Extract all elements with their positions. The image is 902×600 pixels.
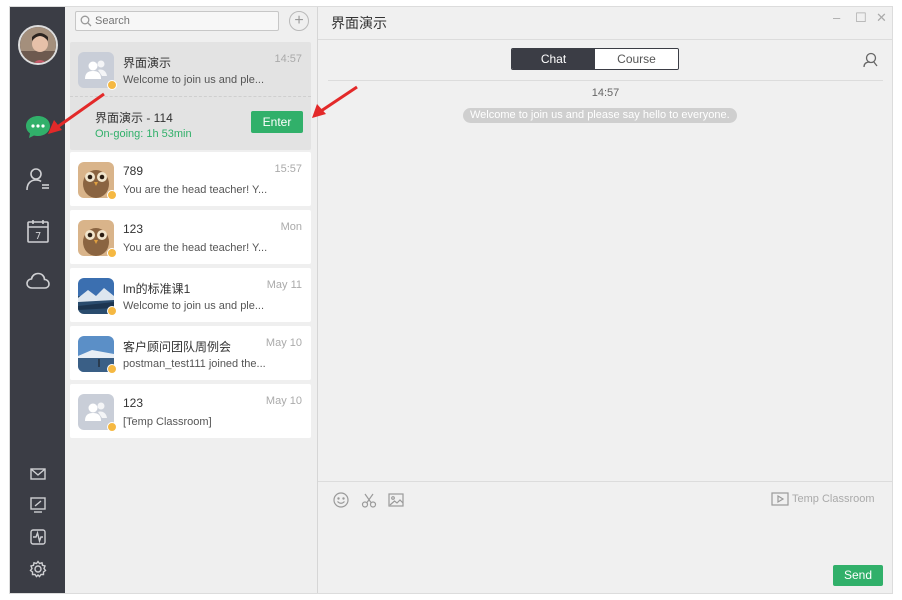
conversation-name: 界面演示 (123, 56, 172, 70)
add-button[interactable]: + (289, 11, 309, 31)
scissors-icon[interactable] (360, 491, 378, 509)
conversation-name: 123 (123, 222, 144, 236)
conversation-time: May 10 (265, 395, 302, 407)
svg-text:7: 7 (35, 231, 41, 242)
conversation-preview: You are the head teacher! Y... (123, 184, 268, 196)
temp-classroom-button[interactable]: Temp Classroom (771, 491, 875, 507)
conversation-preview: You are the head teacher! Y... (123, 242, 268, 254)
chat-pane: 界面演示 – ☐ ✕ Chat Course 14:57 Welcome to … (318, 7, 892, 593)
status-badge (107, 306, 117, 316)
conversation-time: Mon (280, 221, 302, 233)
contacts-icon[interactable] (22, 163, 54, 195)
conversation-name: lm的标准课1 (123, 282, 191, 296)
search-icon (80, 15, 92, 27)
conversation-preview: [Temp Classroom] (123, 416, 212, 428)
search-box[interactable] (75, 11, 279, 31)
conversation-item[interactable]: 客户顾问团队周例会 May 10 postman_test111 joined … (70, 326, 311, 380)
status-badge (107, 248, 117, 258)
conversation-item[interactable]: 789 15:57 You are the head teacher! Y... (70, 152, 311, 206)
member-search-icon[interactable] (861, 51, 879, 69)
chat-title: 界面演示 (331, 15, 387, 31)
tab-chat[interactable]: Chat (512, 49, 595, 69)
avatar-image (20, 27, 56, 63)
conversation-name: 客户顾问团队周例会 (123, 340, 232, 354)
conversation-preview: postman_test111 joined the... (123, 358, 266, 370)
message-timestamp: 14:57 (591, 87, 620, 99)
conversation-list-pane: + 界面演示 14:57 Welcome to join us and ple.… (65, 7, 318, 593)
close-button[interactable]: ✕ (876, 10, 887, 26)
status-badge (107, 422, 117, 432)
tab-course[interactable]: Course (595, 49, 678, 69)
status-badge (107, 190, 117, 200)
conversation-time: 14:57 (274, 53, 302, 65)
mail-icon[interactable] (22, 458, 54, 490)
app-window: 7 Search + 界面演示 14:57 Welcome to join us… (9, 6, 893, 594)
conversation-name: 789 (123, 164, 144, 178)
search-input[interactable] (95, 15, 265, 27)
calendar-icon[interactable]: 7 (22, 215, 54, 247)
chat-course-toggle: Chat Course (511, 48, 679, 70)
divider (318, 481, 892, 482)
conversation-preview: Welcome to join us and ple... (123, 300, 265, 312)
conversation-item[interactable]: 123 May 10 [Temp Classroom] (70, 384, 311, 438)
emoji-icon[interactable] (332, 491, 350, 509)
conversation-time: May 10 (265, 337, 302, 349)
send-button[interactable]: Send (833, 565, 883, 586)
conversation-preview: Welcome to join us and ple... (123, 74, 265, 86)
cloud-icon[interactable] (22, 265, 54, 297)
image-icon[interactable] (387, 491, 405, 509)
enter-button[interactable]: Enter (251, 111, 303, 133)
temp-classroom-label: Temp Classroom (792, 493, 875, 505)
conversation-time: 15:57 (274, 163, 302, 175)
system-message: Welcome to join us and please say hello … (463, 108, 737, 123)
conversation-time: May 11 (266, 279, 302, 291)
conversation-name: 123 (123, 396, 144, 410)
activity-icon[interactable] (22, 521, 54, 553)
live-session-status: On-going: 1h 53min (95, 128, 192, 140)
minimize-button[interactable]: – (833, 10, 840, 25)
conversation-item-active[interactable]: 界面演示 14:57 Welcome to join us and ple...… (70, 42, 311, 150)
live-session: 界面演示 - 114 On-going: 1h 53min Enter (70, 96, 311, 150)
divider (318, 39, 892, 40)
nav-rail: 7 (10, 7, 65, 593)
maximize-button[interactable]: ☐ (855, 10, 867, 26)
settings-icon[interactable] (22, 553, 54, 585)
temp-classroom-icon (771, 492, 789, 506)
live-session-name: 界面演示 - 114 (95, 111, 173, 125)
conversation-item[interactable]: lm的标准课1 May 11 Welcome to join us and pl… (70, 268, 311, 322)
conversation-item[interactable]: 123 Mon You are the head teacher! Y... (70, 210, 311, 264)
status-badge (107, 364, 117, 374)
divider (328, 80, 883, 81)
user-avatar[interactable] (18, 25, 58, 65)
whiteboard-icon[interactable] (22, 489, 54, 521)
status-badge (107, 80, 117, 90)
chat-icon[interactable] (22, 111, 54, 143)
